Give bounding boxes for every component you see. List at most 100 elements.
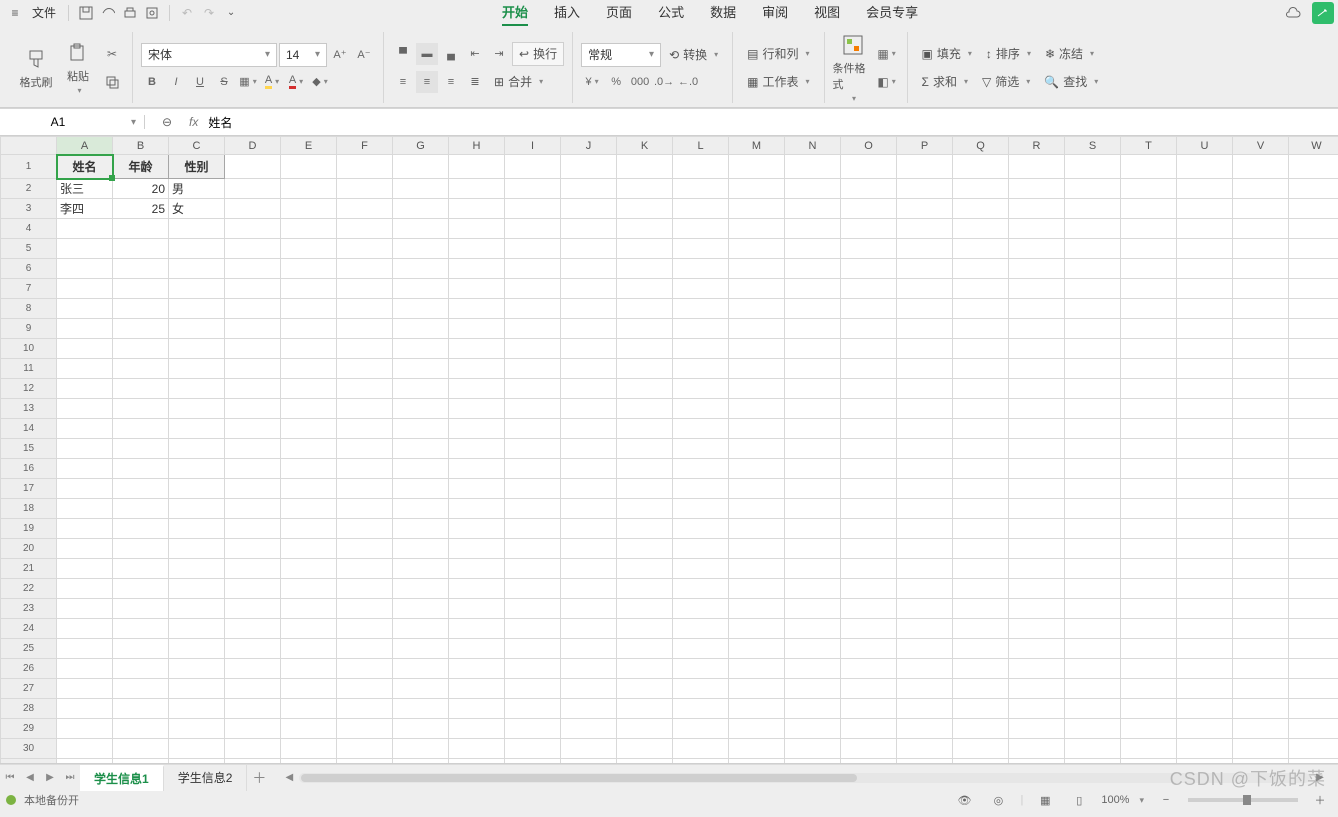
cell[interactable]	[561, 579, 617, 599]
cell[interactable]	[1065, 259, 1121, 279]
cell[interactable]	[1009, 399, 1065, 419]
cell[interactable]	[505, 599, 561, 619]
col-header[interactable]: Q	[953, 137, 1009, 155]
cell[interactable]	[225, 279, 281, 299]
cell[interactable]	[561, 199, 617, 219]
cell[interactable]	[281, 319, 337, 339]
cell[interactable]	[225, 155, 281, 179]
cell[interactable]	[841, 519, 897, 539]
cell[interactable]	[1289, 739, 1338, 759]
cell[interactable]	[1289, 599, 1338, 619]
cell[interactable]	[897, 319, 953, 339]
cell[interactable]	[1289, 579, 1338, 599]
cell[interactable]	[113, 299, 169, 319]
tab-data[interactable]: 数据	[710, 0, 736, 26]
cell[interactable]	[1177, 759, 1233, 765]
row-header[interactable]: 27	[1, 679, 57, 699]
cell[interactable]	[1009, 359, 1065, 379]
cell[interactable]	[281, 179, 337, 199]
row-header[interactable]: 10	[1, 339, 57, 359]
cell[interactable]	[1233, 479, 1289, 499]
cell[interactable]	[449, 299, 505, 319]
cell[interactable]	[337, 239, 393, 259]
cell[interactable]	[505, 359, 561, 379]
cell[interactable]	[841, 699, 897, 719]
cell[interactable]	[1065, 219, 1121, 239]
cell[interactable]	[337, 279, 393, 299]
cell[interactable]	[1121, 259, 1177, 279]
focus-icon[interactable]: ◎	[986, 789, 1010, 811]
cell[interactable]	[673, 219, 729, 239]
cell[interactable]	[57, 419, 113, 439]
cell[interactable]	[841, 359, 897, 379]
cell[interactable]	[617, 719, 673, 739]
cell[interactable]	[561, 759, 617, 765]
cell[interactable]	[673, 339, 729, 359]
cell[interactable]	[841, 719, 897, 739]
cell[interactable]	[617, 339, 673, 359]
cell[interactable]	[505, 259, 561, 279]
cell[interactable]	[1009, 199, 1065, 219]
increase-font-icon[interactable]: A⁺	[329, 44, 351, 66]
cell[interactable]	[729, 559, 785, 579]
cell[interactable]	[1009, 179, 1065, 199]
align-left-icon[interactable]: ≡	[392, 71, 414, 93]
sheet-tab-2[interactable]: 学生信息2	[164, 765, 248, 791]
cell[interactable]	[337, 219, 393, 239]
cell[interactable]	[225, 239, 281, 259]
cell[interactable]	[953, 155, 1009, 179]
cell[interactable]	[673, 419, 729, 439]
cell[interactable]	[281, 199, 337, 219]
cell[interactable]	[841, 499, 897, 519]
cell[interactable]	[449, 439, 505, 459]
cell[interactable]	[729, 619, 785, 639]
cell[interactable]	[1177, 619, 1233, 639]
cell[interactable]	[953, 379, 1009, 399]
cell[interactable]	[953, 239, 1009, 259]
cell[interactable]	[281, 539, 337, 559]
cell[interactable]	[393, 199, 449, 219]
cell[interactable]	[337, 339, 393, 359]
cell[interactable]	[225, 319, 281, 339]
formula-input[interactable]	[208, 115, 1328, 129]
cell[interactable]	[225, 299, 281, 319]
cell[interactable]	[673, 579, 729, 599]
cell[interactable]	[673, 679, 729, 699]
row-header[interactable]: 20	[1, 539, 57, 559]
tab-review[interactable]: 审阅	[762, 0, 788, 26]
cell[interactable]	[281, 559, 337, 579]
cell[interactable]	[449, 479, 505, 499]
cell[interactable]	[225, 519, 281, 539]
cell[interactable]	[505, 679, 561, 699]
cell[interactable]	[57, 219, 113, 239]
cell[interactable]	[617, 639, 673, 659]
cell[interactable]	[57, 239, 113, 259]
col-header[interactable]: M	[729, 137, 785, 155]
cell[interactable]	[281, 339, 337, 359]
cell[interactable]	[897, 459, 953, 479]
cell[interactable]	[1121, 219, 1177, 239]
cell[interactable]	[1121, 619, 1177, 639]
cell[interactable]	[1121, 499, 1177, 519]
cell[interactable]	[729, 299, 785, 319]
cell[interactable]	[561, 699, 617, 719]
cell[interactable]	[897, 639, 953, 659]
cell[interactable]	[225, 199, 281, 219]
cell[interactable]	[1065, 739, 1121, 759]
cell[interactable]	[449, 459, 505, 479]
cell[interactable]	[225, 259, 281, 279]
menu-icon[interactable]: ≡	[4, 2, 26, 24]
cell[interactable]	[729, 419, 785, 439]
cell[interactable]	[1121, 339, 1177, 359]
align-bottom-icon[interactable]: ▄	[440, 43, 462, 65]
cell[interactable]	[1289, 659, 1338, 679]
cell[interactable]	[897, 199, 953, 219]
cell[interactable]	[841, 559, 897, 579]
col-header[interactable]: C	[169, 137, 225, 155]
cell[interactable]	[449, 639, 505, 659]
increase-indent-icon[interactable]: ⇥	[488, 43, 510, 65]
cell[interactable]	[393, 659, 449, 679]
cell[interactable]	[785, 199, 841, 219]
cell[interactable]	[1065, 479, 1121, 499]
cell[interactable]	[1121, 319, 1177, 339]
